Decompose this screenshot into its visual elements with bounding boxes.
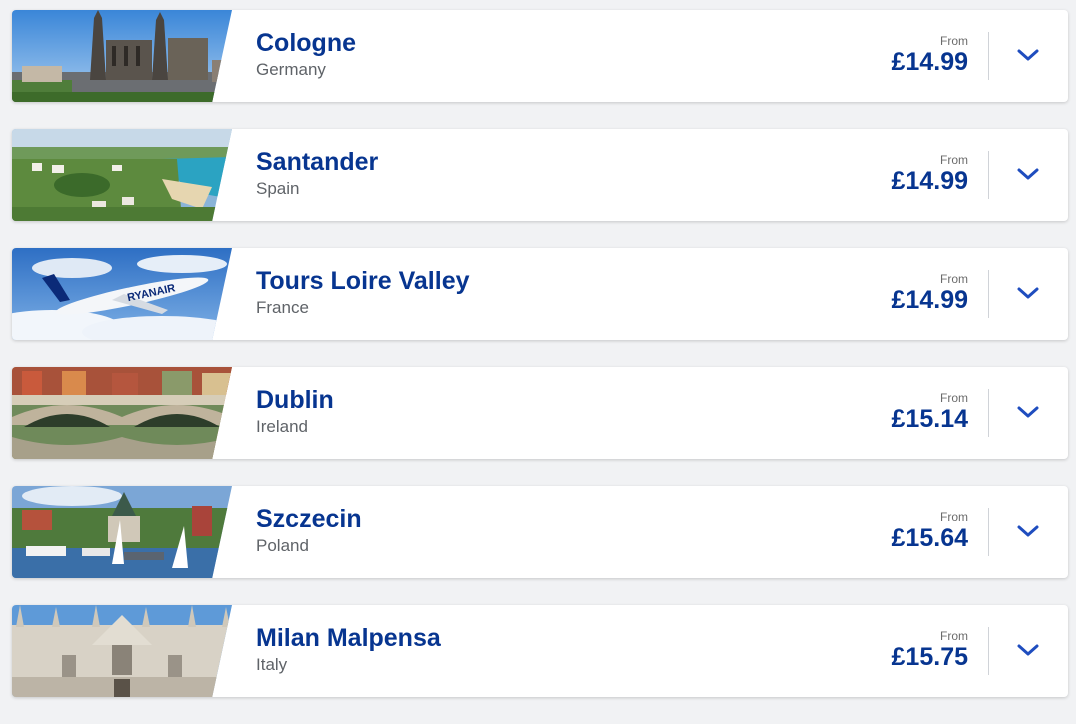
destination-photo [12, 367, 232, 459]
destination-price: £14.99 [891, 286, 968, 314]
destination-card[interactable]: Santander Spain From £14.99 [12, 129, 1068, 221]
divider [988, 151, 989, 199]
destination-price: £15.64 [891, 524, 968, 552]
from-label: From [940, 34, 968, 48]
destination-info: Santander Spain [256, 147, 378, 200]
destination-city: Szczecin [256, 505, 362, 533]
from-label: From [940, 153, 968, 167]
divider [988, 389, 989, 437]
price-block: From £15.75 [892, 629, 968, 671]
destination-city: Milan Malpensa [256, 624, 441, 652]
destination-price: £14.99 [891, 167, 968, 195]
destination-price: £15.14 [891, 405, 968, 433]
destination-card[interactable]: Milan Malpensa Italy From £15.75 [12, 605, 1068, 697]
price-block: From £14.99 [892, 153, 968, 195]
destination-info: Milan Malpensa Italy [256, 623, 441, 676]
destination-card[interactable]: RYANAIR Tours Loire Valley France From £… [12, 248, 1068, 340]
destination-info: Cologne Germany [256, 28, 356, 81]
destination-country: Spain [256, 179, 300, 198]
destination-photo [12, 486, 232, 578]
price-block: From £15.14 [892, 391, 968, 433]
destination-city: Cologne [256, 29, 356, 57]
destination-country: Poland [256, 536, 309, 555]
from-label: From [940, 510, 968, 524]
destination-country: Ireland [256, 417, 308, 436]
destination-country: France [256, 298, 309, 317]
destination-info: Dublin Ireland [256, 385, 334, 438]
divider [988, 270, 989, 318]
from-label: From [940, 272, 968, 286]
destination-city: Santander [256, 148, 379, 176]
chevron-down-icon[interactable] [1016, 165, 1040, 183]
chevron-down-icon[interactable] [1016, 403, 1040, 421]
chevron-down-icon[interactable] [1016, 284, 1040, 302]
divider [988, 508, 989, 556]
destination-photo [12, 129, 232, 221]
divider [988, 627, 989, 675]
destination-card[interactable]: Dublin Ireland From £15.14 [12, 367, 1068, 459]
destination-city: Tours Loire Valley [256, 267, 470, 295]
divider [988, 32, 989, 80]
destination-card[interactable]: Cologne Germany From £14.99 [12, 10, 1068, 102]
price-block: From £15.64 [892, 510, 968, 552]
destination-list: Cologne Germany From £14.99 Santander Sp… [12, 10, 1068, 724]
chevron-down-icon[interactable] [1016, 641, 1040, 659]
chevron-down-icon[interactable] [1016, 46, 1040, 64]
price-block: From £14.99 [892, 34, 968, 76]
chevron-down-icon[interactable] [1016, 522, 1040, 540]
destination-country: Germany [256, 60, 326, 79]
destination-info: Tours Loire Valley France [256, 266, 470, 319]
price-block: From £14.99 [892, 272, 968, 314]
destination-photo [12, 605, 232, 697]
destination-price: £15.75 [891, 643, 968, 671]
destination-card[interactable]: Szczecin Poland From £15.64 [12, 486, 1068, 578]
destination-info: Szczecin Poland [256, 504, 362, 557]
destination-photo: RYANAIR [12, 248, 232, 340]
destination-city: Dublin [256, 386, 334, 414]
destination-price: £14.99 [891, 48, 968, 76]
from-label: From [940, 391, 968, 405]
destination-country: Italy [256, 655, 288, 674]
from-label: From [940, 629, 968, 643]
destination-photo [12, 10, 232, 102]
